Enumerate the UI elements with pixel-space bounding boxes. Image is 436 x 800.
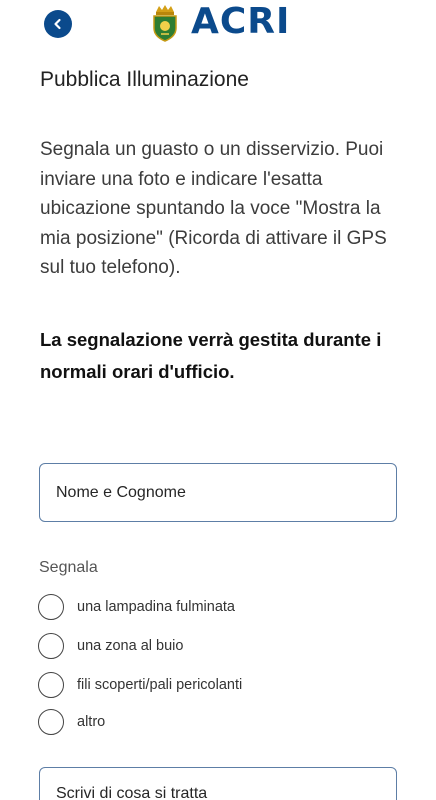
- option-label: altro: [77, 714, 106, 730]
- option-label: una lampadina fulminata: [77, 599, 235, 615]
- option-label: una zona al buio: [77, 638, 184, 654]
- app-brand-title: ACRI: [191, 1, 291, 42]
- option-label: fili scoperti/pali pericolanti: [77, 677, 243, 693]
- radio-button[interactable]: [38, 709, 64, 735]
- municipal-crest-icon: [153, 5, 177, 42]
- option-fili-scoperti[interactable]: fili scoperti/pali pericolanti: [38, 672, 242, 698]
- segnala-label: Segnala: [39, 559, 98, 576]
- app-header: ACRI: [0, 0, 436, 48]
- chevron-left-icon: [54, 18, 61, 30]
- option-altro[interactable]: altro: [38, 709, 105, 735]
- radio-button[interactable]: [38, 594, 64, 620]
- back-button[interactable]: [44, 10, 72, 38]
- radio-button[interactable]: [38, 672, 64, 698]
- radio-button[interactable]: [38, 633, 64, 659]
- intro-text: Segnala un guasto o un disservizio. Puoi…: [40, 139, 387, 278]
- page-title: Pubblica Illuminazione: [40, 68, 249, 91]
- description-input[interactable]: [56, 785, 380, 800]
- description-field[interactable]: [39, 767, 397, 800]
- name-input[interactable]: [56, 483, 380, 502]
- name-field[interactable]: [39, 463, 397, 522]
- option-lampadina-fulminata[interactable]: una lampadina fulminata: [38, 594, 235, 620]
- option-zona-al-buio[interactable]: una zona al buio: [38, 633, 183, 659]
- office-hours-notice: La segnalazione verrà gestita durante i …: [40, 329, 382, 382]
